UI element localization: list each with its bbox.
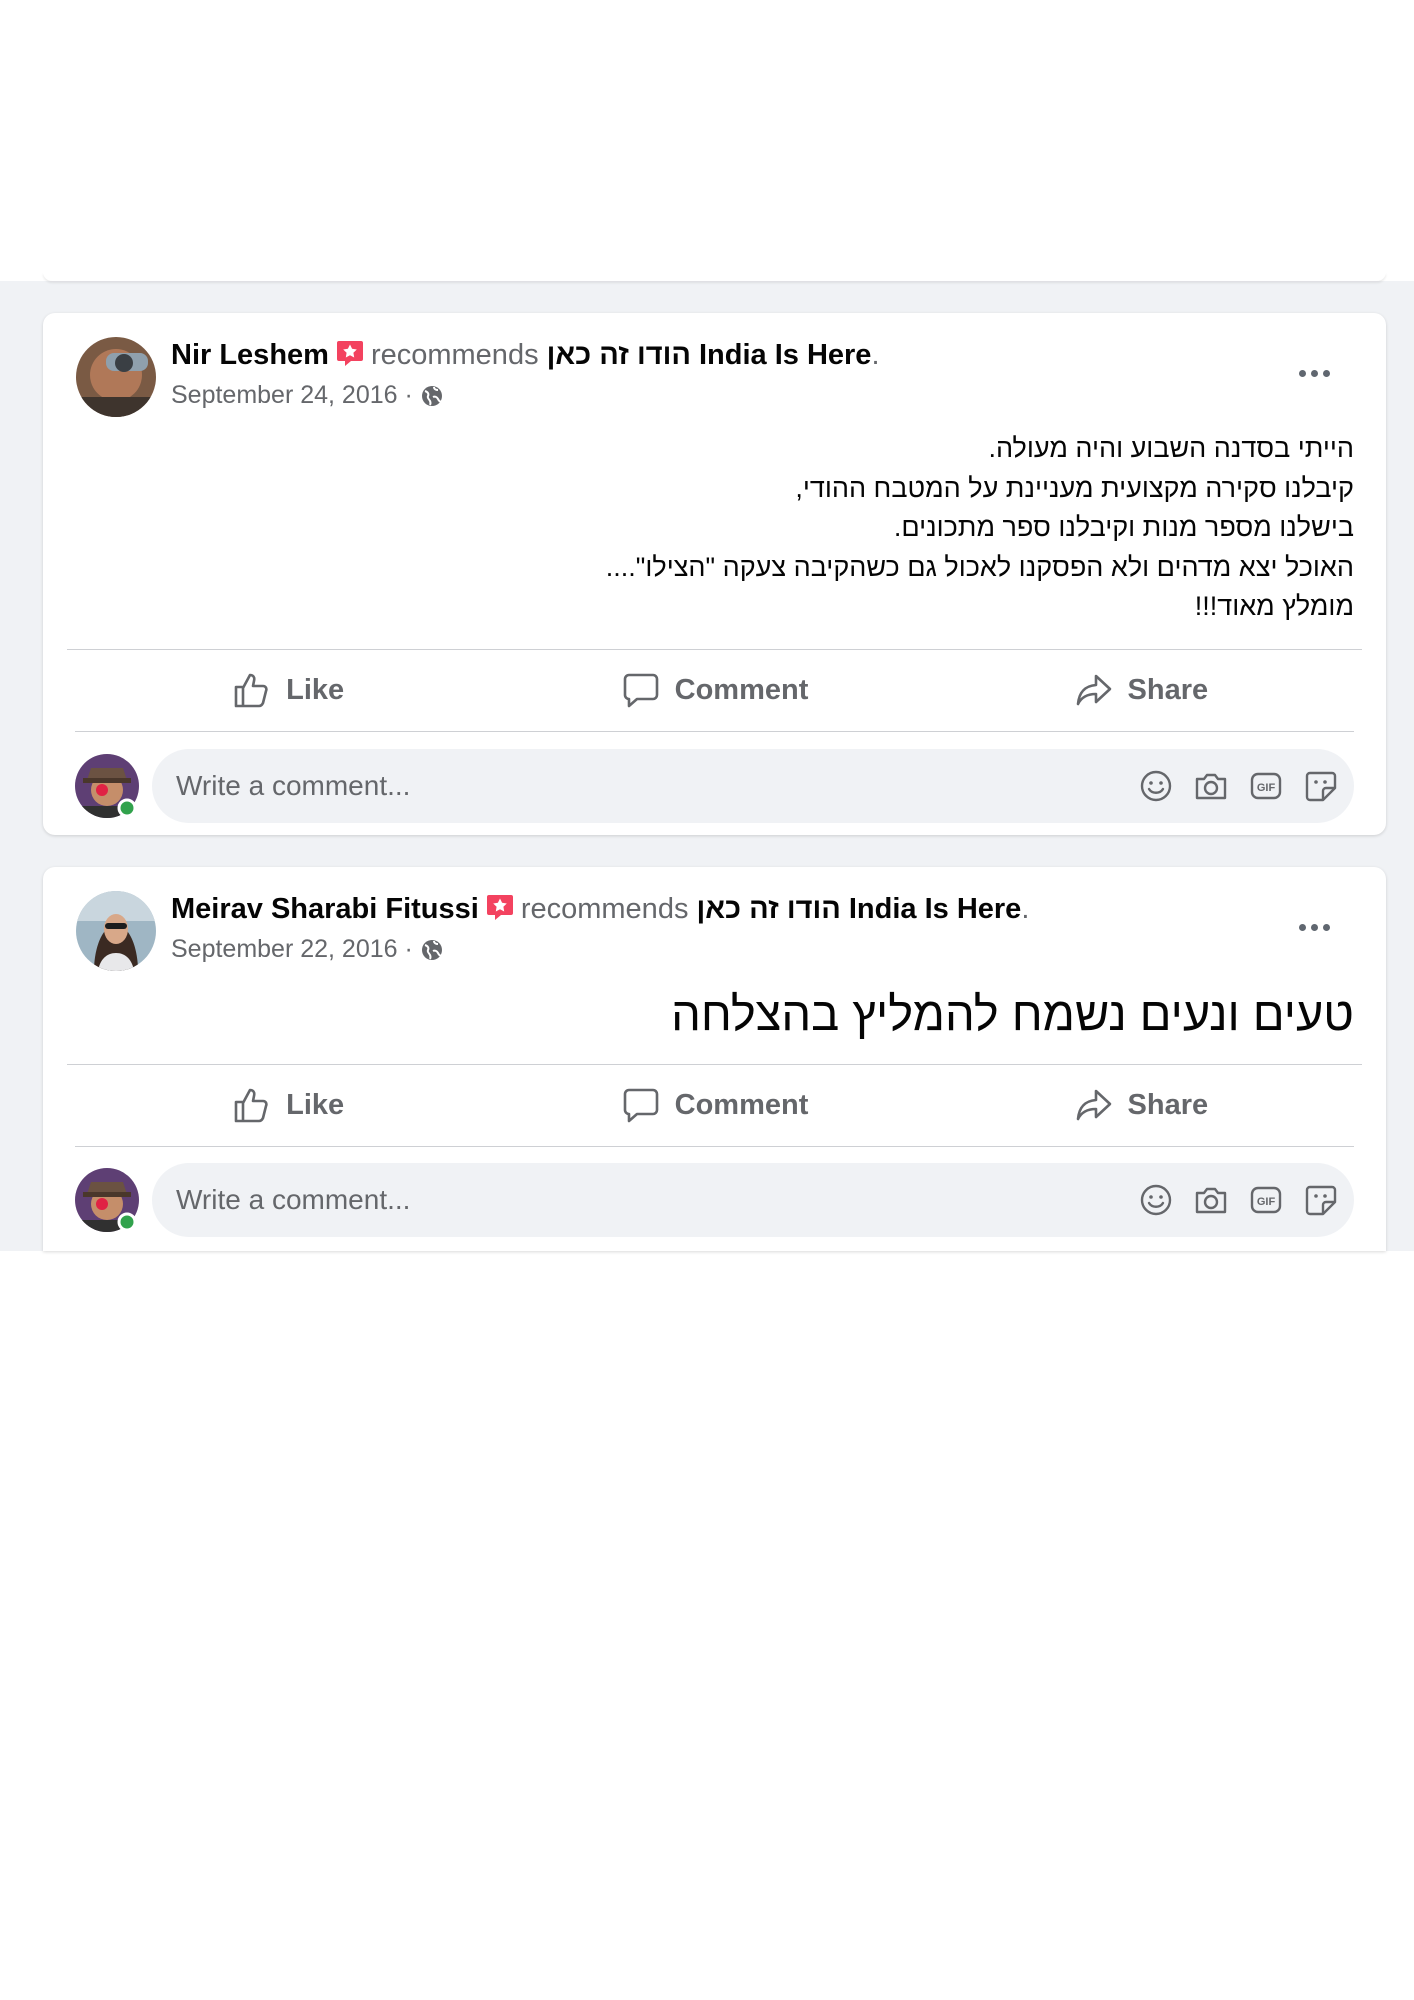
- more-options-dot: [1322, 923, 1330, 931]
- post-text-line: מומלץ מאוד!!!: [1194, 591, 1354, 621]
- header-period: .: [1021, 893, 1030, 925]
- post-card: Nir Leshem recommends הודו זה כאן India I…: [43, 313, 1386, 835]
- post-timestamp[interactable]: September 22, 2016 ·: [171, 932, 444, 966]
- svg-text:GIF: GIF: [1257, 782, 1276, 794]
- author-photo: [76, 337, 156, 417]
- post-header: Meirav Sharabi Fitussi recommends הודו זה…: [171, 889, 1029, 929]
- share-label: Share: [1127, 1088, 1209, 1121]
- post-date-text[interactable]: September 22, 2016: [171, 935, 398, 963]
- more-options-button[interactable]: [1284, 907, 1344, 947]
- more-options-dot: [1310, 369, 1318, 377]
- page-name-link[interactable]: הודו זה כאן India Is Here: [547, 339, 872, 371]
- author-photo: [76, 891, 156, 971]
- author-avatar[interactable]: [76, 337, 156, 417]
- more-options-button[interactable]: [1284, 353, 1344, 393]
- comment-placeholder: Write a comment...: [176, 770, 411, 801]
- divider: [75, 1146, 1354, 1147]
- date-separator: ·: [397, 381, 420, 409]
- speech-bubble-icon: [623, 1088, 658, 1123]
- post-text-line: קיבלנו סקירה מקצועית מעניינת על המטבח הה…: [795, 472, 1354, 503]
- header-period: .: [871, 339, 880, 371]
- divider: [75, 731, 1354, 732]
- camera-icon[interactable]: [1192, 767, 1230, 805]
- sticker-icon[interactable]: [1302, 767, 1340, 805]
- smiley-icon[interactable]: [1137, 1181, 1175, 1219]
- post-text: הייתי בסדנה השבוע והיה מעולה. קיבלנו סקי…: [84, 429, 1354, 627]
- post-text-line: בישלנו מספר מנות וקיבלנו ספר מתכונים.: [893, 512, 1354, 542]
- comment-button[interactable]: Comment: [501, 1065, 927, 1145]
- more-options-icon: [1298, 923, 1306, 931]
- comment-tools: GIF: [1120, 1163, 1340, 1237]
- post-action-bar: Like Comment Share: [75, 1065, 1354, 1145]
- my-avatar[interactable]: [75, 754, 139, 818]
- post-action-bar: Like Comment Share: [75, 650, 1354, 730]
- share-button[interactable]: Share: [928, 1065, 1354, 1145]
- share-label: Share: [1127, 673, 1209, 706]
- post-timestamp[interactable]: September 24, 2016 ·: [171, 378, 444, 412]
- comment-tools: GIF: [1120, 749, 1340, 823]
- comment-input[interactable]: Write a comment... GIF: [152, 749, 1354, 823]
- sticker-icon[interactable]: [1302, 1181, 1340, 1219]
- speech-bubble-icon: [623, 673, 658, 708]
- share-arrow-icon: [1076, 1089, 1111, 1121]
- date-separator: ·: [397, 935, 420, 963]
- recommends-verb: recommends: [520, 893, 689, 925]
- author-name[interactable]: Nir Leshem: [171, 339, 329, 371]
- author-name[interactable]: Meirav Sharabi Fitussi: [171, 893, 479, 925]
- gif-icon[interactable]: GIF: [1247, 1181, 1285, 1219]
- star-badge-icon: [336, 341, 363, 366]
- comment-placeholder: Write a comment...: [176, 1184, 411, 1215]
- like-button[interactable]: Like: [75, 1065, 501, 1145]
- more-options-icon: [1298, 369, 1306, 377]
- my-avatar[interactable]: [75, 1168, 139, 1232]
- share-arrow-icon: [1076, 674, 1111, 706]
- comment-label: Comment: [674, 673, 809, 706]
- comment-button[interactable]: Comment: [501, 650, 927, 730]
- post-text: טעים ונעים נשמח להמליץ בהצלחה: [84, 984, 1354, 1044]
- comment-label: Comment: [674, 1088, 809, 1121]
- post-text-line: טעים ונעים נשמח להמליץ בהצלחה: [671, 987, 1354, 1040]
- previous-post-card: [43, 272, 1386, 281]
- like-label: Like: [286, 673, 345, 706]
- post-date-text[interactable]: September 24, 2016: [171, 381, 398, 409]
- comment-input[interactable]: Write a comment... GIF: [152, 1163, 1354, 1237]
- share-button[interactable]: Share: [928, 650, 1354, 730]
- like-label: Like: [286, 1088, 345, 1121]
- more-options-dot: [1322, 369, 1330, 377]
- comment-composer: Write a comment... GIF: [75, 749, 1354, 823]
- svg-text:GIF: GIF: [1257, 1196, 1276, 1208]
- post-card: Meirav Sharabi Fitussi recommends הודו זה…: [43, 867, 1386, 1251]
- recommends-verb: recommends: [370, 339, 539, 371]
- post-text-line: האוכל יצא מדהים ולא הפסקנו לאכול גם כשהק…: [605, 551, 1354, 582]
- smiley-icon[interactable]: [1137, 767, 1175, 805]
- more-options-dot: [1310, 923, 1318, 931]
- globe-icon: [421, 940, 442, 960]
- page-name-link[interactable]: הודו זה כאן India Is Here: [697, 893, 1022, 925]
- author-avatar[interactable]: [76, 891, 156, 971]
- star-badge-icon: [486, 895, 513, 920]
- comment-composer: Write a comment... GIF: [75, 1163, 1354, 1237]
- thumbs-up-icon: [234, 673, 268, 708]
- globe-icon: [421, 386, 442, 406]
- post-header: Nir Leshem recommends הודו זה כאן India I…: [171, 335, 880, 375]
- gif-icon[interactable]: GIF: [1247, 767, 1285, 805]
- thumbs-up-icon: [234, 1088, 268, 1123]
- camera-icon[interactable]: [1192, 1181, 1230, 1219]
- post-text-line: הייתי בסדנה השבוע והיה מעולה.: [988, 433, 1354, 463]
- like-button[interactable]: Like: [75, 650, 501, 730]
